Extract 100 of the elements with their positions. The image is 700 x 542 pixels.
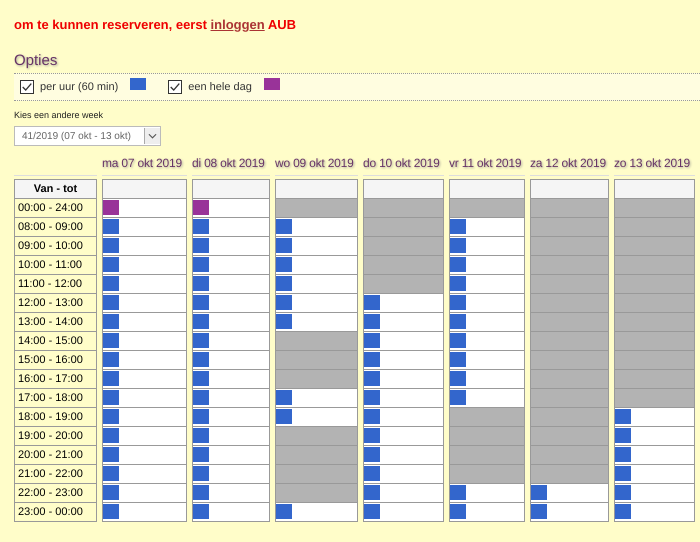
- slot-cell[interactable]: [450, 237, 524, 256]
- slot-cell[interactable]: [364, 389, 443, 408]
- slot-cell[interactable]: [103, 199, 186, 218]
- slot-marker: [103, 371, 119, 386]
- slot-cell[interactable]: [103, 503, 186, 522]
- slot-cell[interactable]: [276, 294, 357, 313]
- slot-marker: [450, 276, 466, 291]
- slot-marker: [103, 200, 119, 215]
- slot-cell[interactable]: [615, 465, 694, 484]
- slot-marker: [276, 276, 292, 291]
- slot-cell[interactable]: [364, 294, 443, 313]
- slot-cell[interactable]: [276, 237, 357, 256]
- slot-marker: [193, 314, 209, 329]
- slot-cell[interactable]: [364, 370, 443, 389]
- slot-cell[interactable]: [615, 408, 694, 427]
- slot-cell[interactable]: [193, 484, 269, 503]
- slot-cell[interactable]: [276, 408, 357, 427]
- day-header: do 10 okt 2019: [363, 156, 444, 176]
- slot-cell[interactable]: [103, 256, 186, 275]
- checkbox[interactable]: [20, 80, 34, 94]
- slot-cell[interactable]: [193, 199, 269, 218]
- slot-cell[interactable]: [193, 256, 269, 275]
- slot-marker: [103, 428, 119, 443]
- slot-cell[interactable]: [103, 370, 186, 389]
- slot-cell[interactable]: [450, 332, 524, 351]
- slot-marker: [615, 447, 631, 462]
- slot-marker: [276, 504, 292, 519]
- slot-cell[interactable]: [364, 484, 443, 503]
- slot-cell[interactable]: [193, 446, 269, 465]
- slot-cell[interactable]: [531, 503, 608, 522]
- slot-cell[interactable]: [450, 370, 524, 389]
- slot-cell[interactable]: [193, 427, 269, 446]
- slot-cell[interactable]: [276, 218, 357, 237]
- slot-cell[interactable]: [103, 218, 186, 237]
- slot-cell[interactable]: [450, 218, 524, 237]
- slot-cell[interactable]: [276, 313, 357, 332]
- slot-cell[interactable]: [276, 256, 357, 275]
- slot-cell[interactable]: [364, 465, 443, 484]
- slot-cell[interactable]: [531, 484, 608, 503]
- slot-marker: [193, 238, 209, 253]
- slot-cell[interactable]: [450, 313, 524, 332]
- slot-cell[interactable]: [364, 351, 443, 370]
- slot-cell[interactable]: [193, 465, 269, 484]
- slot-marker: [103, 295, 119, 310]
- slot-cell[interactable]: [103, 351, 186, 370]
- slot-cell[interactable]: [193, 503, 269, 522]
- slot-cell[interactable]: [103, 465, 186, 484]
- slot-cell[interactable]: [364, 446, 443, 465]
- slot-cell[interactable]: [364, 332, 443, 351]
- slot-cell[interactable]: [193, 389, 269, 408]
- slot-cell[interactable]: [103, 313, 186, 332]
- slot-cell[interactable]: [103, 275, 186, 294]
- slot-cell[interactable]: [450, 256, 524, 275]
- slot-cell[interactable]: [193, 237, 269, 256]
- slot-cell[interactable]: [450, 484, 524, 503]
- slot-cell[interactable]: [364, 427, 443, 446]
- slot-cell[interactable]: [193, 408, 269, 427]
- checkbox[interactable]: [168, 80, 182, 94]
- slot-cell[interactable]: [103, 408, 186, 427]
- slot-marker: [103, 257, 119, 272]
- slot-cell[interactable]: [450, 503, 524, 522]
- login-link[interactable]: inloggen: [210, 17, 265, 32]
- slot-cell[interactable]: [193, 294, 269, 313]
- slot-cell[interactable]: [615, 446, 694, 465]
- day-header: vr 11 okt 2019: [449, 156, 525, 176]
- slot-marker: [193, 333, 209, 348]
- slot-marker: [450, 238, 466, 253]
- slot-cell[interactable]: [615, 503, 694, 522]
- slot-cell[interactable]: [193, 275, 269, 294]
- slot-cell[interactable]: [450, 351, 524, 370]
- slot-cell[interactable]: [450, 275, 524, 294]
- slot-cell[interactable]: [103, 427, 186, 446]
- slot-cell[interactable]: [193, 313, 269, 332]
- slot-cell[interactable]: [103, 294, 186, 313]
- slot-cell[interactable]: [615, 484, 694, 503]
- slot-cell[interactable]: [103, 332, 186, 351]
- slot-cell[interactable]: [615, 427, 694, 446]
- week-dropdown[interactable]: 41/2019 (07 okt - 13 okt): [14, 126, 161, 146]
- day-header: di 08 okt 2019: [192, 156, 270, 176]
- slot-cell[interactable]: [276, 389, 357, 408]
- slot-cell[interactable]: [276, 275, 357, 294]
- slot-marker: [450, 371, 466, 386]
- slot-cell[interactable]: [364, 313, 443, 332]
- slot-cell[interactable]: [103, 389, 186, 408]
- slot-marker: [193, 295, 209, 310]
- slot-cell[interactable]: [103, 446, 186, 465]
- slot-cell[interactable]: [193, 218, 269, 237]
- slot-marker: [193, 352, 209, 367]
- slot-cell[interactable]: [103, 484, 186, 503]
- slot-cell[interactable]: [450, 389, 524, 408]
- slot-marker: [450, 257, 466, 272]
- slot-cell[interactable]: [450, 294, 524, 313]
- slot-cell[interactable]: [103, 237, 186, 256]
- slot-cell[interactable]: [193, 351, 269, 370]
- slot-cell[interactable]: [364, 408, 443, 427]
- slot-cell[interactable]: [364, 503, 443, 522]
- slot-cell[interactable]: [276, 503, 357, 522]
- slot-cell[interactable]: [193, 332, 269, 351]
- slot-marker: [364, 485, 380, 500]
- slot-cell[interactable]: [193, 370, 269, 389]
